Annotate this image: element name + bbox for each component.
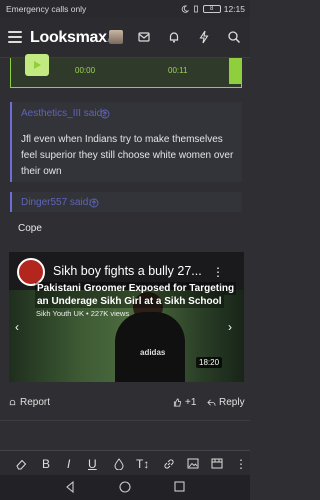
report-button[interactable]: Report [8, 397, 50, 408]
overlay-subtitle: Sikh Youth UK • 227K views [36, 309, 130, 318]
recents-icon[interactable] [173, 480, 185, 494]
italic-button[interactable]: I [67, 457, 70, 471]
text-size-button[interactable]: T↕ [136, 457, 149, 471]
drop-icon[interactable] [114, 458, 124, 470]
audio-duration: 00:11 [168, 66, 188, 75]
quote-author-2[interactable]: Dinger557 said: [21, 197, 91, 208]
site-header: Looksmax.me [0, 18, 250, 58]
eraser-icon[interactable] [15, 458, 27, 470]
overlay-title-line-2: an Underage Sikh Girl at a Sikh School [35, 295, 224, 308]
quote-text: Jfl even when Indians try to make themse… [21, 134, 234, 177]
overlay-title-line-1: Pakistani Groomer Exposed for Targeting [35, 282, 237, 295]
inbox-icon[interactable] [136, 29, 152, 45]
reply-button[interactable]: Reply [207, 397, 245, 408]
system-nav-bar [0, 475, 250, 500]
video-embed[interactable]: adidas Sikh boy fights a bully 27... ⋮ P… [9, 252, 244, 382]
audio-current-time: 00:00 [75, 66, 96, 75]
editor-toolbar: B I U T↕ ⋮ [0, 450, 250, 475]
back-icon[interactable] [64, 480, 76, 494]
reply-icon [207, 399, 216, 406]
arrow-up-circle-icon[interactable] [100, 109, 110, 119]
bell-icon[interactable] [166, 29, 182, 45]
underline-button[interactable]: U [88, 457, 97, 471]
video-person [115, 312, 185, 382]
thumbs-up-icon [173, 398, 182, 407]
bell-icon [9, 399, 16, 406]
shirt-logo: adidas [140, 348, 166, 357]
more-tools-button[interactable]: ⋮ [235, 457, 247, 471]
avatar[interactable] [109, 30, 123, 44]
quote-block: Aesthetics_III said: Jfl even when India… [10, 102, 242, 182]
search-icon[interactable] [226, 29, 242, 45]
site-logo[interactable]: Looksmax.me [30, 29, 116, 47]
audio-player: 00:00 00:11 [10, 54, 242, 88]
divider [0, 420, 250, 421]
battery-icon: 8 [202, 5, 221, 13]
image-icon[interactable] [187, 458, 199, 469]
video-title[interactable]: Sikh boy fights a bully 27... [53, 264, 202, 278]
media-icon[interactable] [211, 458, 223, 469]
status-carrier-text: Emergency calls only [6, 4, 87, 14]
status-time: 12:15 [223, 4, 245, 14]
lightning-icon[interactable] [196, 29, 212, 45]
bold-button[interactable]: B [42, 457, 50, 471]
video-duration: 18:20 [196, 357, 223, 368]
play-button[interactable] [25, 54, 49, 76]
status-bar: Emergency calls only 8 12:15 [0, 0, 250, 18]
chevron-right-icon[interactable]: › [228, 320, 232, 334]
link-icon[interactable] [163, 458, 175, 470]
chevron-left-icon[interactable]: ‹ [15, 320, 19, 334]
menu-icon[interactable] [8, 31, 22, 43]
vibrate-icon [193, 5, 198, 13]
status-right: 8 12:15 [181, 4, 245, 14]
arrow-up-circle-icon[interactable] [89, 198, 99, 208]
home-icon[interactable] [118, 480, 132, 494]
audio-menu-button[interactable] [229, 58, 241, 84]
quote-author[interactable]: Aesthetics_III said: [21, 108, 105, 119]
reply-text: Cope [18, 223, 42, 234]
like-button[interactable]: +1 [173, 397, 196, 408]
quote-block-2: Dinger557 said: [10, 192, 242, 212]
play-icon [34, 61, 41, 69]
more-options-icon[interactable]: ⋮ [212, 265, 224, 279]
moon-icon [181, 5, 189, 13]
